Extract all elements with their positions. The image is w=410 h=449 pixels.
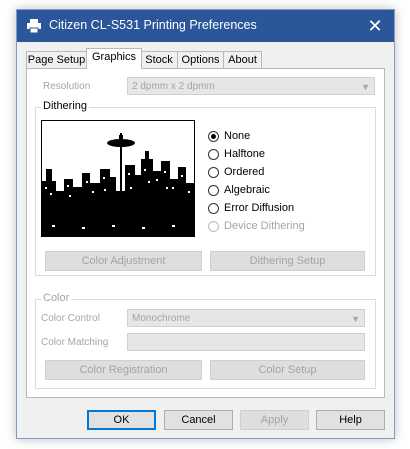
title-bar[interactable]: Citizen CL-S531 Printing Preferences ✕ <box>17 10 394 42</box>
tab-options[interactable]: Options <box>177 51 224 68</box>
radio-unselected-icon <box>208 166 219 178</box>
color-setup-button[interactable]: Color Setup <box>210 360 365 380</box>
color-control-value: Monochrome <box>132 313 191 324</box>
radio-none[interactable]: None <box>208 128 250 144</box>
printer-icon <box>27 19 41 33</box>
chevron-down-icon: ▼ <box>351 314 360 324</box>
tab-about[interactable]: About <box>223 51 262 68</box>
cancel-button[interactable]: Cancel <box>164 410 233 430</box>
radio-halftone-label: Halftone <box>224 148 265 160</box>
radio-device-dithering-label: Device Dithering <box>224 220 305 232</box>
radio-error-diffusion[interactable]: Error Diffusion <box>208 200 294 216</box>
dithering-preview-image <box>41 120 195 237</box>
color-group: Color Color Control Monochrome ▼ Color M… <box>35 292 376 389</box>
close-icon: ✕ <box>367 15 383 36</box>
city-skyline-image <box>42 121 194 236</box>
printing-preferences-dialog: Citizen CL-S531 Printing Preferences ✕ P… <box>16 9 395 439</box>
radio-algebraic-label: Algebraic <box>224 184 270 196</box>
radio-selected-icon <box>208 130 219 142</box>
close-button[interactable]: ✕ <box>356 10 394 42</box>
radio-device-dithering[interactable]: Device Dithering <box>208 218 305 234</box>
color-matching-label: Color Matching <box>41 337 109 348</box>
radio-halftone[interactable]: Halftone <box>208 146 265 162</box>
dithering-group: Dithering None Halftone Ordered Algebrai… <box>35 100 376 276</box>
radio-ordered[interactable]: Ordered <box>208 164 264 180</box>
color-registration-button[interactable]: Color Registration <box>45 360 202 380</box>
color-legend: Color <box>41 292 72 304</box>
help-button[interactable]: Help <box>316 410 385 430</box>
radio-unselected-icon <box>208 184 219 196</box>
tab-page-setup[interactable]: Page Setup <box>26 51 87 68</box>
resolution-label: Resolution <box>43 81 91 92</box>
color-control-select[interactable]: Monochrome ▼ <box>127 309 365 327</box>
radio-unselected-icon <box>208 148 219 160</box>
resolution-select[interactable]: 2 dpmm x 2 dpmm ▼ <box>127 77 375 95</box>
graphics-panel: Resolution 2 dpmm x 2 dpmm ▼ Dithering N… <box>26 68 385 398</box>
radio-none-label: None <box>224 130 251 142</box>
radio-algebraic[interactable]: Algebraic <box>208 182 270 198</box>
apply-button[interactable]: Apply <box>240 410 309 430</box>
color-adjustment-button[interactable]: Color Adjustment <box>45 251 202 271</box>
color-control-label: Color Control <box>41 313 100 324</box>
tab-stock[interactable]: Stock <box>140 51 178 68</box>
radio-unselected-icon <box>208 202 219 214</box>
dithering-setup-button[interactable]: Dithering Setup <box>210 251 365 271</box>
radio-unselected-icon <box>208 220 219 232</box>
ok-button[interactable]: OK <box>87 410 156 430</box>
resolution-value: 2 dpmm x 2 dpmm <box>132 81 215 92</box>
tab-graphics[interactable]: Graphics <box>86 48 142 69</box>
radio-error-diffusion-label: Error Diffusion <box>224 202 295 214</box>
chevron-down-icon: ▼ <box>361 82 370 92</box>
dithering-legend: Dithering <box>41 100 90 112</box>
radio-ordered-label: Ordered <box>224 166 265 178</box>
color-matching-select[interactable] <box>127 333 365 351</box>
window-title: Citizen CL-S531 Printing Preferences <box>49 18 257 32</box>
